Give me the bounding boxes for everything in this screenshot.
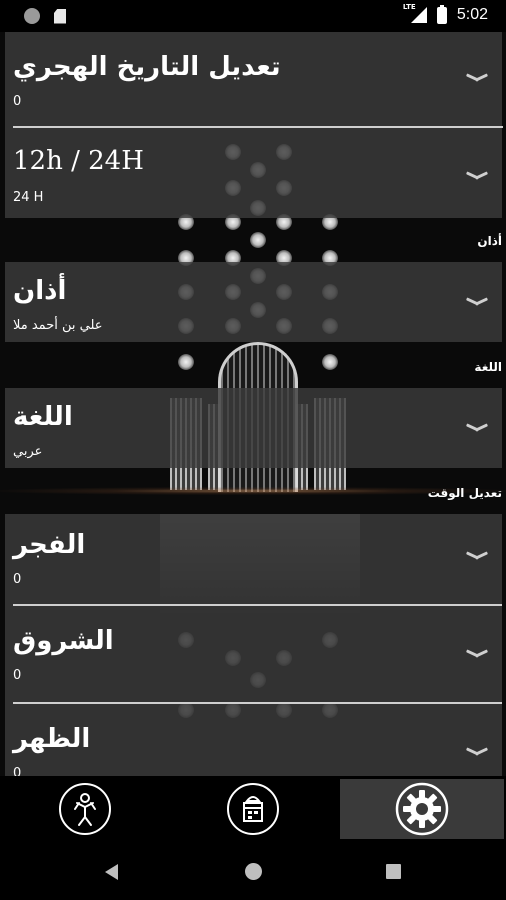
fajr-title: الفجر <box>13 530 86 560</box>
notification-dot-icon <box>24 8 40 24</box>
setting-language[interactable]: اللغة عربي <box>5 388 502 468</box>
setting-dhuhr[interactable]: الظهر 0 <box>5 704 502 776</box>
status-bar: LTE 5:02 <box>0 0 506 32</box>
dhuhr-title: الظهر <box>13 724 91 754</box>
shuruq-value: 0 <box>13 668 22 683</box>
chevron-down-icon[interactable] <box>466 296 488 308</box>
dhuhr-value: 0 <box>13 766 22 776</box>
lte-signal-icon: LTE <box>403 3 427 25</box>
setting-fajr[interactable]: الفجر 0 <box>5 514 502 604</box>
card-time-adjust: الفجر 0 الشروق 0 الظهر 0 <box>5 514 502 776</box>
language-title: اللغة <box>13 402 73 432</box>
gear-icon <box>395 782 449 836</box>
setting-shuruq[interactable]: الشروق 0 <box>5 606 502 702</box>
adhan-value: علي بن أحمد ملا <box>13 318 103 333</box>
chevron-down-icon[interactable] <box>466 422 488 434</box>
section-label-adhan: أذان <box>477 234 502 248</box>
battery-icon <box>436 4 447 24</box>
chevron-down-icon[interactable] <box>466 170 488 182</box>
fajr-value: 0 <box>13 572 22 587</box>
time-format-value: 24 H <box>13 190 44 205</box>
chevron-down-icon[interactable] <box>466 72 488 84</box>
section-label-time-adjust: تعديل الوقت <box>427 486 502 500</box>
section-label-language: اللغة <box>474 360 502 374</box>
adhan-title: أذان <box>13 276 67 306</box>
status-clock: 5:02 <box>456 6 488 23</box>
hijri-title: تعديل التاريخ الهجري <box>13 52 281 82</box>
hijri-value: 0 <box>13 94 22 109</box>
setting-adhan[interactable]: أذان علي بن أحمد ملا <box>5 262 502 342</box>
mosque-calendar-icon <box>227 783 279 835</box>
nav-settings[interactable] <box>340 779 504 839</box>
chevron-down-icon[interactable] <box>466 648 488 660</box>
back-icon[interactable] <box>105 864 118 880</box>
sd-card-icon <box>54 8 66 24</box>
chevron-down-icon[interactable] <box>466 746 488 758</box>
praying-person-icon <box>59 783 111 835</box>
nav-prayer[interactable] <box>52 779 118 839</box>
chevron-down-icon[interactable] <box>466 550 488 562</box>
shuruq-title: الشروق <box>13 626 114 656</box>
system-nav-bar <box>0 842 506 900</box>
card-date-time: تعديل التاريخ الهجري 0 12h / 24H 24 H <box>5 32 503 218</box>
setting-hijri-adjust[interactable]: تعديل التاريخ الهجري 0 <box>5 32 502 126</box>
language-value: عربي <box>13 444 43 459</box>
nav-calendar[interactable] <box>220 779 286 839</box>
setting-time-format[interactable]: 12h / 24H 24 H <box>5 128 502 218</box>
home-icon[interactable] <box>245 863 262 880</box>
bottom-nav <box>0 776 506 842</box>
recents-icon[interactable] <box>386 864 401 879</box>
time-format-title: 12h / 24H <box>13 146 144 176</box>
